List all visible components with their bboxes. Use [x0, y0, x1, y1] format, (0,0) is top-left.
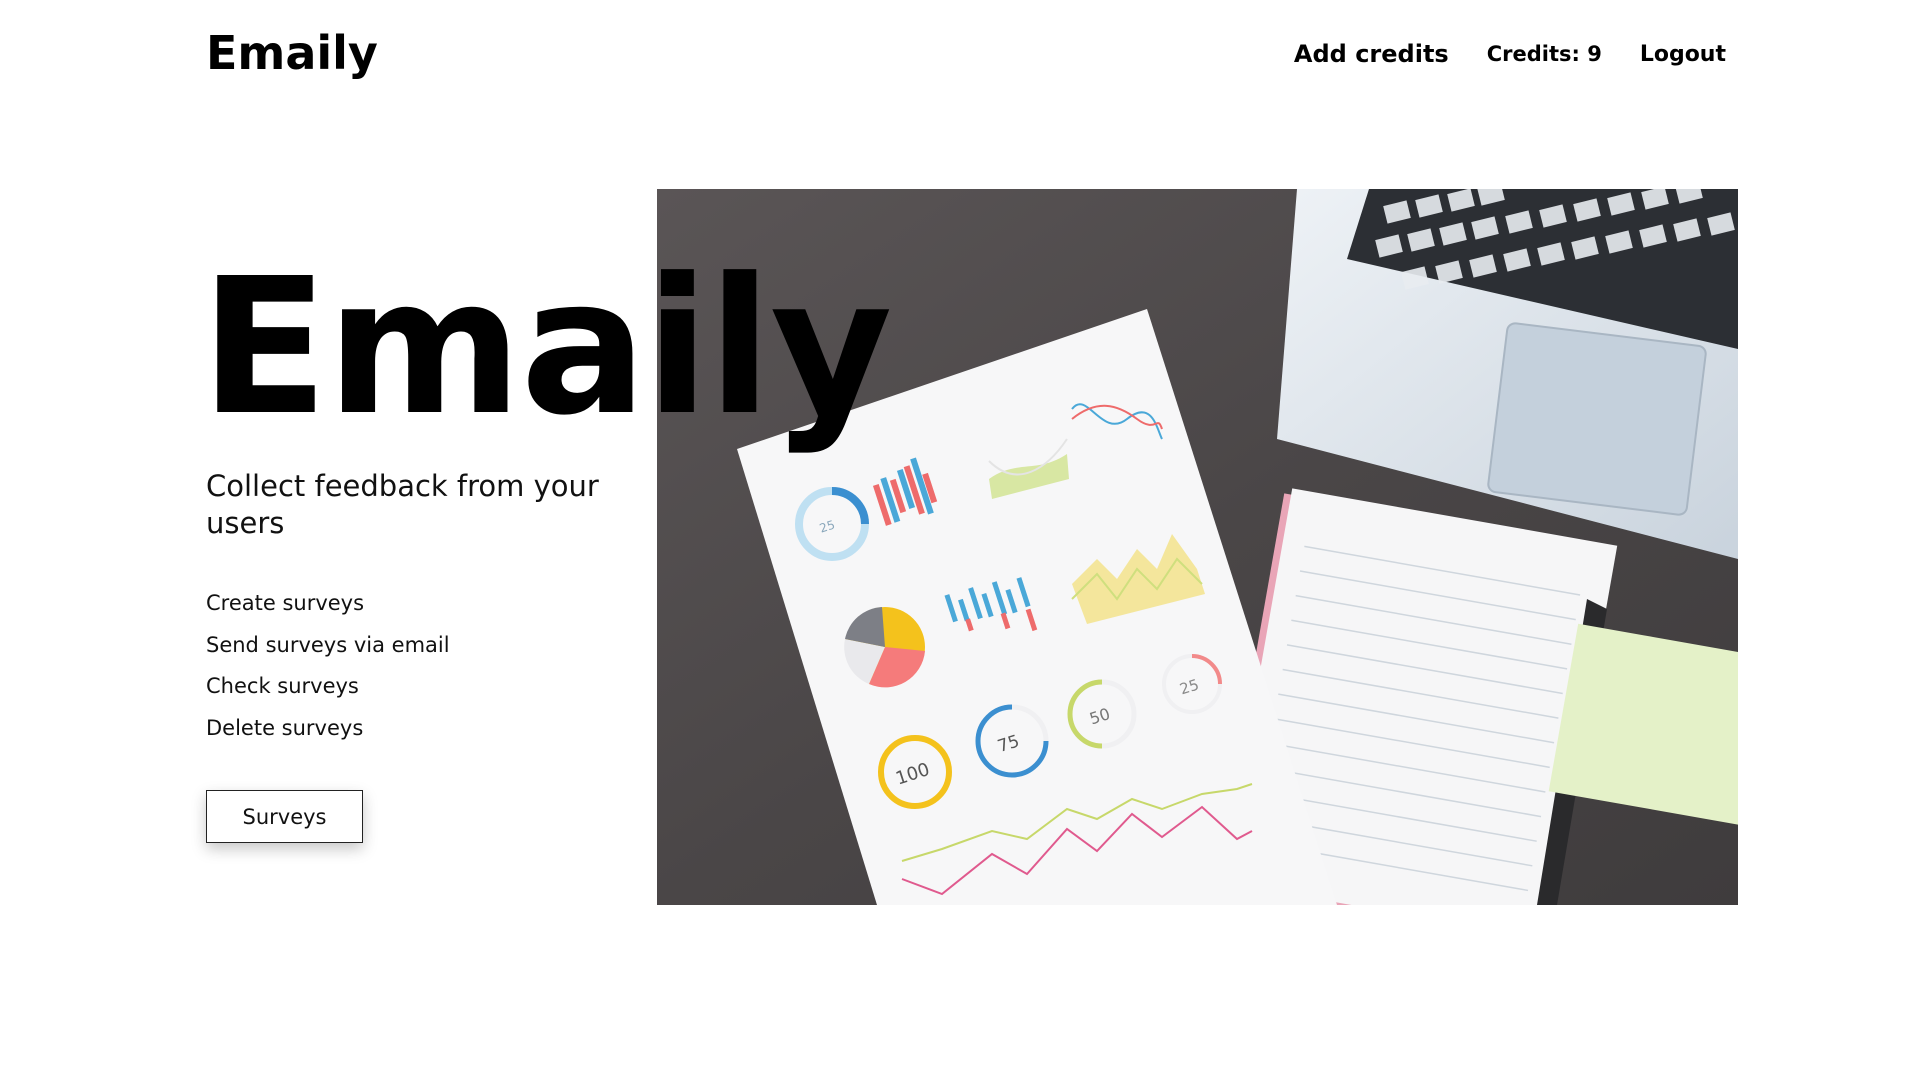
page: Emaily Add credits Credits: 9 Logout 25 …	[0, 0, 1919, 1079]
logout-link[interactable]: Logout	[1640, 42, 1726, 67]
feature-item-delete: Delete surveys	[206, 715, 364, 740]
credits-count: Credits: 9	[1486, 42, 1602, 66]
hero-title: Emaily	[200, 238, 893, 457]
add-credits-link[interactable]: Add credits	[1294, 40, 1449, 68]
feature-item-check: Check surveys	[206, 674, 359, 698]
sticky-note	[1548, 623, 1738, 826]
hero-subtitle: Collect feedback from your users	[206, 469, 599, 540]
feature-list: Create surveys Send surveys via email Ch…	[206, 589, 450, 755]
feature-item-create: Create surveys	[206, 591, 365, 615]
feature-item-send: Send surveys via email	[206, 632, 450, 657]
surveys-button[interactable]: Surveys	[206, 790, 363, 843]
header-nav: Add credits Credits: 9 Logout	[1294, 40, 1726, 68]
brand-logo[interactable]: Emaily	[206, 26, 378, 80]
